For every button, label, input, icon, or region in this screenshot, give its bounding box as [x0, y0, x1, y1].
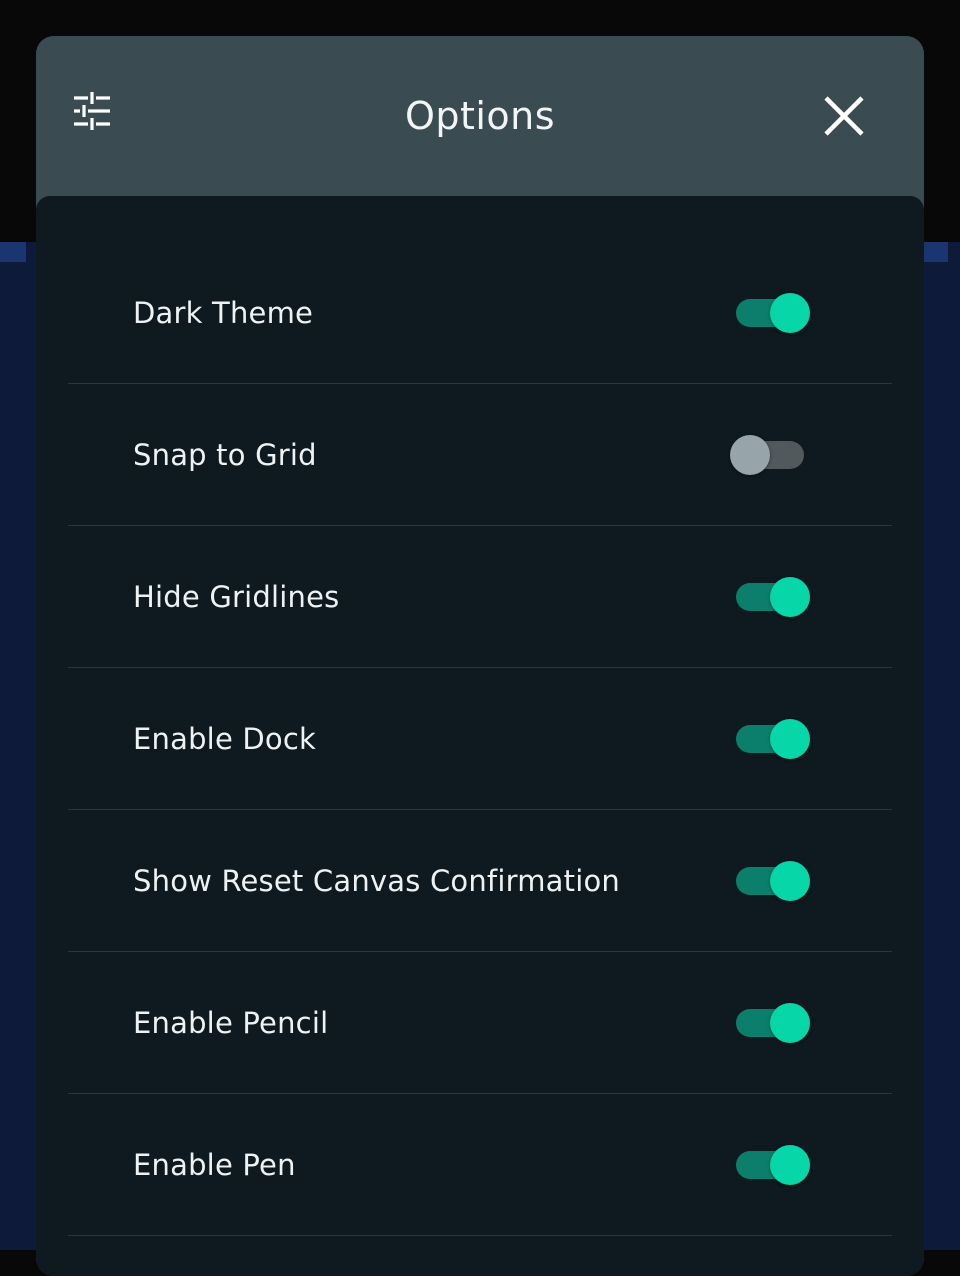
- snap-to-grid-toggle[interactable]: [730, 434, 812, 475]
- enable-pencil-toggle[interactable]: [732, 1002, 812, 1043]
- dialog-body: Dark Theme Snap to Grid Hide Gridlines E…: [36, 196, 924, 1276]
- setting-label: Enable Pencil: [133, 1005, 329, 1040]
- toggle-knob: [770, 1144, 810, 1185]
- setting-label: Dark Theme: [133, 295, 314, 330]
- close-icon[interactable]: [822, 94, 866, 138]
- show-reset-canvas-confirmation-toggle[interactable]: [732, 860, 812, 901]
- setting-row-snap-to-grid: Snap to Grid: [68, 384, 892, 526]
- dialog-header: Options: [36, 36, 924, 196]
- setting-row-hide-gridlines: Hide Gridlines: [68, 526, 892, 668]
- setting-row-enable-dock: Enable Dock: [68, 668, 892, 810]
- toggle-knob: [770, 292, 810, 333]
- toggle-knob: [770, 1002, 810, 1043]
- dialog-title: Options: [404, 94, 556, 138]
- setting-label: Enable Pen: [133, 1147, 296, 1182]
- setting-label: Show Reset Canvas Confirmation: [133, 863, 620, 898]
- enable-pen-toggle[interactable]: [732, 1144, 812, 1185]
- toggle-knob: [730, 434, 770, 475]
- options-dialog: Options Dark Theme Snap to Grid Hide Gri…: [36, 36, 924, 1276]
- backdrop-strip-left: [0, 242, 26, 262]
- hide-gridlines-toggle[interactable]: [732, 576, 812, 617]
- dark-theme-toggle[interactable]: [732, 292, 812, 333]
- setting-row-enable-pen: Enable Pen: [68, 1094, 892, 1236]
- setting-label: Hide Gridlines: [133, 579, 340, 614]
- setting-label: Enable Dock: [133, 721, 317, 756]
- setting-row-enable-pencil: Enable Pencil: [68, 952, 892, 1094]
- backdrop-strip-right: [922, 242, 948, 262]
- setting-row-show-reset-canvas-confirmation: Show Reset Canvas Confirmation: [68, 810, 892, 952]
- toggle-knob: [770, 576, 810, 617]
- setting-label: Snap to Grid: [133, 437, 317, 472]
- toggle-knob: [770, 860, 810, 901]
- toggle-knob: [770, 718, 810, 759]
- settings-list: Dark Theme Snap to Grid Hide Gridlines E…: [68, 242, 892, 1236]
- setting-row-dark-theme: Dark Theme: [68, 242, 892, 384]
- enable-dock-toggle[interactable]: [732, 718, 812, 759]
